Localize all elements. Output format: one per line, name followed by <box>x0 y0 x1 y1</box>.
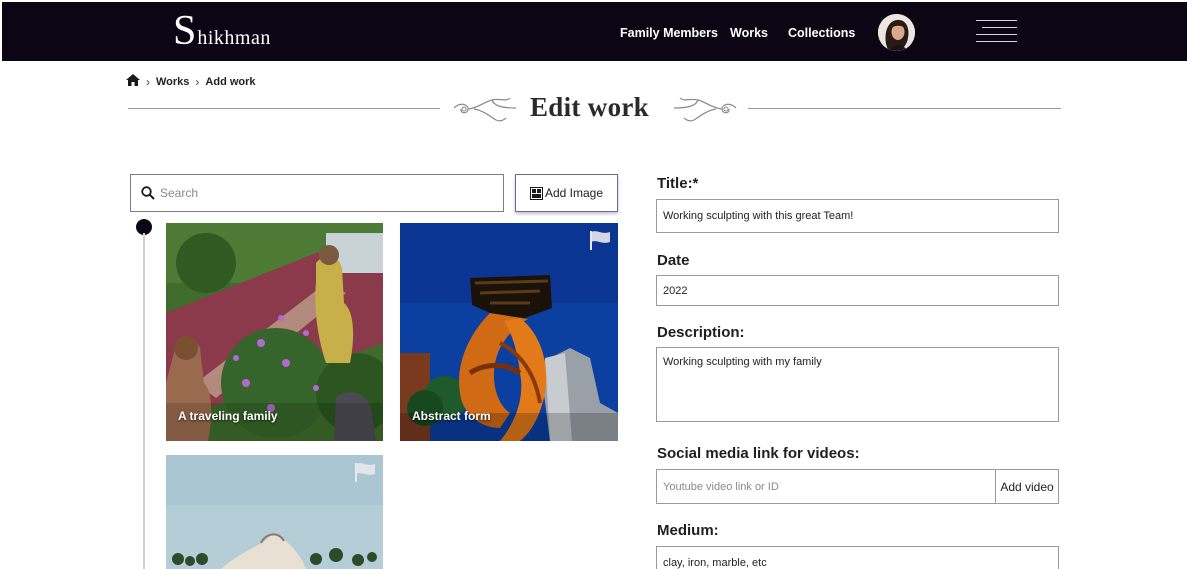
add-video-button[interactable]: Add video <box>995 470 1058 503</box>
gallery-tile[interactable]: A traveling family <box>166 223 383 441</box>
video-link-input[interactable] <box>657 470 995 503</box>
breadcrumb-separator-icon: › <box>146 74 150 89</box>
flag-icon[interactable] <box>353 461 377 488</box>
gallery-tile[interactable]: Abstract form <box>400 223 618 441</box>
breadcrumb-separator-icon: › <box>195 74 200 89</box>
description-label: Description: <box>657 324 745 341</box>
video-link-group: Add video <box>656 469 1059 504</box>
search-input[interactable] <box>160 186 480 200</box>
nav-link-collections[interactable]: Collections <box>788 26 855 40</box>
flag-icon[interactable] <box>588 229 612 256</box>
search-icon <box>141 186 155 200</box>
add-image-label: Add Image <box>544 186 604 200</box>
search-box <box>130 174 504 212</box>
tile-caption: Abstract form <box>412 409 491 423</box>
breadcrumb-add-work: Add work <box>205 75 256 88</box>
add-image-button[interactable]: Add Image <box>515 174 618 212</box>
gallery-tile[interactable] <box>166 455 383 569</box>
avatar[interactable] <box>878 14 915 51</box>
medium-input[interactable] <box>656 546 1059 569</box>
logo-text: hikhman <box>197 27 271 49</box>
timeline-line <box>143 233 145 569</box>
menu-hamburger-icon[interactable] <box>976 20 1017 44</box>
site-logo[interactable]: Shikhman <box>173 10 271 52</box>
artwork-thumbnail <box>166 455 383 569</box>
tile-caption: A traveling family <box>178 409 278 423</box>
top-navbar: Shikhman Family Members Works Collection… <box>2 2 1187 61</box>
home-icon[interactable] <box>126 74 140 89</box>
title-input[interactable] <box>656 199 1059 233</box>
breadcrumb: › Works › Add work <box>126 74 256 89</box>
title-divider-left <box>128 108 440 109</box>
breadcrumb-works[interactable]: Works <box>156 76 189 88</box>
page-title: Edit work <box>530 92 649 122</box>
nav-link-works[interactable]: Works <box>730 26 768 40</box>
logo-initial: S <box>173 8 197 54</box>
social-media-label: Social media link for videos: <box>657 445 860 462</box>
date-label: Date <box>657 252 690 269</box>
title-divider-right <box>748 108 1061 109</box>
description-textarea[interactable]: Working sculpting with my family <box>656 347 1059 422</box>
date-input[interactable] <box>656 275 1059 306</box>
medium-label: Medium: <box>657 522 719 539</box>
add-image-icon <box>529 186 543 200</box>
flourish-right-icon <box>673 97 737 122</box>
nav-link-family-members[interactable]: Family Members <box>620 26 718 40</box>
title-label: Title:* <box>657 175 699 192</box>
flourish-left-icon <box>453 97 517 122</box>
